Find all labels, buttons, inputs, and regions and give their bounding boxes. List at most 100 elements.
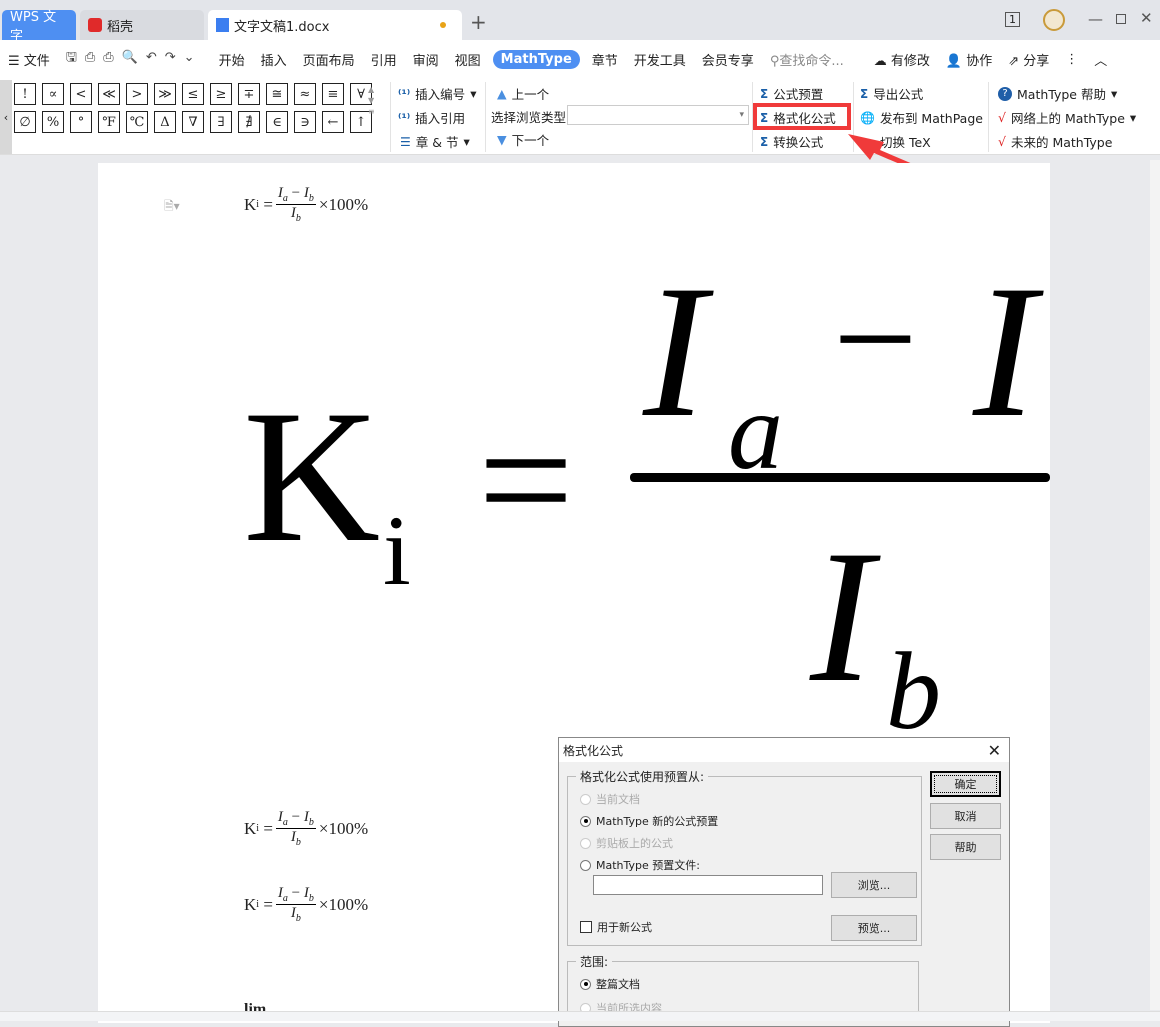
menu-chapter[interactable]: 章节 xyxy=(592,50,618,69)
menu-start[interactable]: 开始 xyxy=(219,50,245,69)
tab-wps[interactable]: WPS 文字 xyxy=(2,10,76,44)
presets-button[interactable]: Σ 公式预置 xyxy=(760,84,823,103)
menu-mathtype[interactable]: MathType xyxy=(492,49,580,69)
radio-whole-doc[interactable]: 整篇文档 xyxy=(580,976,640,992)
menu-review[interactable]: 审阅 xyxy=(413,50,439,69)
denominator: Ib xyxy=(291,205,301,224)
preset-file-input[interactable] xyxy=(593,875,823,895)
help-button[interactable]: ? MathType 帮助 ▾ xyxy=(998,84,1117,103)
paragraph-icon[interactable]: 🗎▾ xyxy=(164,197,180,218)
symbol-button[interactable]: % xyxy=(42,111,64,133)
symbol-button[interactable]: ∓ xyxy=(238,83,260,105)
ribbon-scroll-left[interactable]: ‹ xyxy=(0,80,12,154)
chapter-section-button[interactable]: ☰ 章 & 节 ▾ xyxy=(400,132,470,151)
ref-icon: ⁽¹⁾ xyxy=(398,110,411,125)
tab-document[interactable]: 文字文稿1.docx xyxy=(208,10,462,40)
symbol-button[interactable]: ∄ xyxy=(238,111,260,133)
export-button[interactable]: Σ 导出公式 xyxy=(860,84,923,103)
label: 章 & 节 xyxy=(415,135,459,150)
symbol-button[interactable]: ≈ xyxy=(294,83,316,105)
convert-equations-button[interactable]: Σ 转换公式 xyxy=(760,132,823,151)
menu-developer[interactable]: 开发工具 xyxy=(634,50,686,69)
symbol-button[interactable]: ≡ xyxy=(322,83,344,105)
share-label: 分享 xyxy=(1023,53,1050,69)
symbol-button[interactable]: ° xyxy=(70,111,92,133)
symbol-button[interactable]: ∝ xyxy=(42,83,64,105)
prev-button[interactable]: ▲ 上一个 xyxy=(497,84,549,103)
collapse-ribbon-icon[interactable]: ︿ xyxy=(1094,50,1107,69)
collab-button[interactable]: 👤 协作 xyxy=(946,50,992,69)
browse-type-select[interactable]: ▾ xyxy=(567,105,749,125)
minimize-icon[interactable]: — xyxy=(1088,10,1103,28)
dialog-close-icon[interactable]: ✕ xyxy=(988,741,1001,760)
sub: a xyxy=(282,893,288,904)
label: MathType 帮助 xyxy=(1017,87,1106,102)
future-mathtype-button[interactable]: √ 未来的 MathType xyxy=(998,132,1112,151)
symbol-button[interactable]: > xyxy=(126,83,148,105)
symbol-button[interactable]: Δ xyxy=(154,111,176,133)
browse-button[interactable]: 浏览... xyxy=(831,872,917,898)
number-icon: ⁽¹⁾ xyxy=(398,86,411,101)
equation-small-3[interactable]: Ki = Ia − Ib Ib ×100% xyxy=(244,885,368,924)
sub: b xyxy=(308,817,314,828)
use-for-new-checkbox[interactable]: 用于新公式 xyxy=(580,919,652,935)
symbol-button[interactable]: ≫ xyxy=(154,83,176,105)
radio-clipboard[interactable]: 剪贴板上的公式 xyxy=(580,835,673,851)
share-button[interactable]: ⇗ 分享 xyxy=(1008,50,1049,69)
close-window-icon[interactable]: ✕ xyxy=(1140,9,1153,27)
tab-daoke[interactable]: 稻壳 xyxy=(80,10,204,40)
palette-scroll[interactable]: ▲ ▼ ≡ xyxy=(368,84,375,117)
symbol-button[interactable]: ← xyxy=(322,111,344,133)
command-search[interactable]: ⚲查找命令... xyxy=(770,50,844,69)
help-dialog-button[interactable]: 帮助 xyxy=(930,834,1001,860)
equation-small-1[interactable]: Ki = Ia − Ib Ib ×100% xyxy=(244,185,368,224)
equation-small-2[interactable]: Ki = Ia − Ib Ib ×100% xyxy=(244,809,368,848)
ok-button[interactable]: 确定 xyxy=(930,771,1001,797)
radio-current-doc[interactable]: 当前文档 xyxy=(580,791,640,807)
symbol-button[interactable]: ∋ xyxy=(294,111,316,133)
window-count-icon[interactable]: 1 xyxy=(1005,12,1020,27)
symbol-button[interactable]: ∅ xyxy=(14,111,36,133)
tab-label: 稻壳 xyxy=(107,19,134,35)
radio-new-presets[interactable]: MathType 新的公式预置 xyxy=(580,813,718,829)
symbol-button[interactable]: ≪ xyxy=(98,83,120,105)
cancel-button[interactable]: 取消 xyxy=(930,803,1001,829)
more-icon[interactable]: ⋮ xyxy=(1065,52,1078,67)
avatar[interactable] xyxy=(1043,9,1065,31)
next-button[interactable]: ▼ 下一个 xyxy=(497,130,549,149)
doc-icon xyxy=(216,18,229,32)
symbol-button[interactable]: ℃ xyxy=(126,111,148,133)
menu-reference[interactable]: 引用 xyxy=(371,50,397,69)
menu-layout[interactable]: 页面布局 xyxy=(303,50,355,69)
symbol-button[interactable]: ≤ xyxy=(182,83,204,105)
insert-ref-button[interactable]: ⁽¹⁾ 插入引用 xyxy=(398,108,465,127)
tab-label: 文字文稿1.docx xyxy=(234,19,330,35)
symbol-button[interactable]: ∈ xyxy=(266,111,288,133)
symbol-button[interactable]: ∃ xyxy=(210,111,232,133)
quick-access-icons[interactable]: 🖫⎙⎙🔍↶↷⌄ xyxy=(66,48,203,70)
symbol-button[interactable]: ! xyxy=(14,83,36,105)
symbol-button[interactable]: ≅ xyxy=(266,83,288,105)
online-mathtype-button[interactable]: √ 网络上的 MathType ▾ xyxy=(998,108,1136,127)
radio-preset-file[interactable]: MathType 预置文件: xyxy=(580,857,700,873)
menu-member[interactable]: 会员专享 xyxy=(702,50,754,69)
symbol-button[interactable]: ∇ xyxy=(182,111,204,133)
equation-large-lhs[interactable]: K xyxy=(243,368,380,586)
sigma-icon: Σ xyxy=(860,86,869,101)
vertical-scrollbar[interactable] xyxy=(1150,160,1160,1010)
symbol-button[interactable]: ≥ xyxy=(210,83,232,105)
help-icon: ? xyxy=(998,86,1012,101)
new-tab-plus-icon[interactable]: + xyxy=(470,10,487,34)
times-100: ×100% xyxy=(318,894,369,914)
sub: b xyxy=(295,213,301,224)
symbol-button[interactable]: < xyxy=(70,83,92,105)
insert-number-button[interactable]: ⁽¹⁾ 插入编号 ▾ xyxy=(398,84,476,103)
file-menu[interactable]: ☰ 文件 xyxy=(8,50,50,69)
subscript-b: b xyxy=(886,630,941,752)
modified-button[interactable]: ☁ 有修改 xyxy=(874,50,930,69)
menu-view[interactable]: 视图 xyxy=(455,50,481,69)
menu-insert[interactable]: 插入 xyxy=(261,50,287,69)
symbol-button[interactable]: ℉ xyxy=(98,111,120,133)
preview-button[interactable]: 预览... xyxy=(831,915,917,941)
maximize-icon[interactable] xyxy=(1116,14,1126,24)
